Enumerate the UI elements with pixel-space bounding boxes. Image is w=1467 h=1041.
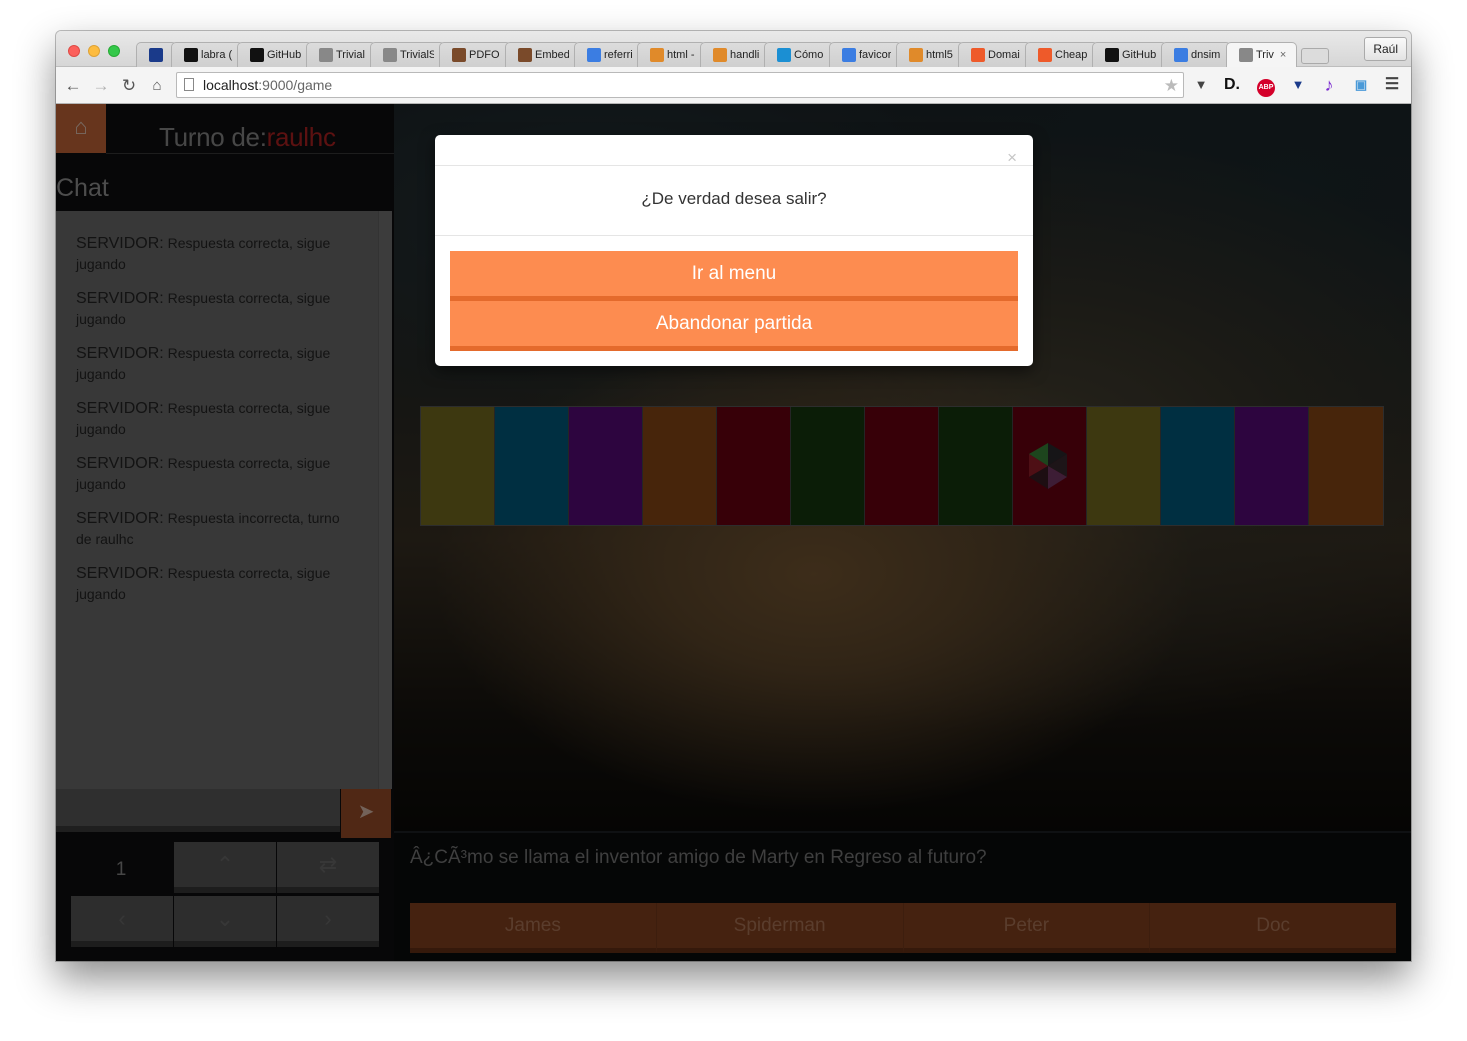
avatar-icon bbox=[517, 48, 532, 62]
github-icon bbox=[184, 48, 198, 62]
browser-tab[interactable]: Embed bbox=[504, 42, 580, 67]
github-icon bbox=[250, 48, 265, 62]
tab-label: handli bbox=[729, 49, 760, 61]
tab-close-icon[interactable]: × bbox=[1279, 49, 1285, 61]
vivaldi-extension-icon[interactable]: ▼ bbox=[1288, 75, 1308, 95]
page-icon bbox=[184, 78, 194, 91]
browser-tab[interactable]: Trivial bbox=[306, 42, 377, 67]
namecheap-icon bbox=[1037, 48, 1052, 62]
tab-label: GitHub bbox=[1122, 49, 1157, 61]
d-extension-icon[interactable]: D. bbox=[1222, 75, 1242, 95]
chat-icon bbox=[777, 48, 792, 62]
camera-icon[interactable]: ▣ bbox=[1351, 75, 1371, 95]
minimize-window-button[interactable] bbox=[88, 45, 100, 57]
home-icon[interactable]: ⌂ bbox=[146, 75, 168, 97]
tab-label: Embed bbox=[534, 49, 569, 61]
tab-label: Trivial bbox=[336, 49, 366, 61]
url-path: :9000/game bbox=[258, 77, 333, 93]
tab-label: GitHub bbox=[267, 49, 302, 61]
back-icon[interactable]: ← bbox=[62, 75, 84, 97]
browser-tab[interactable]: dnsim bbox=[1161, 42, 1232, 67]
reload-icon[interactable]: ↻ bbox=[118, 75, 140, 97]
tab-label: Triv bbox=[1255, 49, 1274, 61]
page-viewport: ⌂ Turno de:raulhc Chat SERVIDOR: Respues… bbox=[56, 104, 1411, 961]
tab-label: Domai bbox=[987, 49, 1020, 61]
forward-icon[interactable]: → bbox=[90, 75, 112, 97]
adblock-icon[interactable]: ABP bbox=[1256, 75, 1276, 97]
dialog-header: × bbox=[435, 135, 1033, 166]
vivaldi-icon bbox=[149, 48, 163, 62]
browser-window: labra ( GitHub Trivial TrivialS PDFO Embed ref… bbox=[56, 31, 1411, 961]
avatar-icon bbox=[452, 48, 467, 62]
new-tab-button[interactable] bbox=[1300, 48, 1329, 64]
browser-tab[interactable]: TrivialS bbox=[370, 42, 446, 67]
close-window-button[interactable] bbox=[68, 45, 80, 57]
browser-tab[interactable]: PDFO bbox=[439, 42, 511, 67]
tab-label: TrivialS bbox=[400, 49, 435, 61]
browser-tab[interactable]: html5 bbox=[896, 42, 964, 67]
browser-tab[interactable]: Cómo bbox=[764, 42, 835, 67]
tab-label: html5 bbox=[926, 49, 953, 61]
tab-label: labra ( bbox=[201, 49, 233, 61]
stackoverflow-icon bbox=[712, 48, 727, 62]
go-to-menu-button[interactable]: Ir al menu bbox=[450, 251, 1018, 301]
tab-label: Cómo bbox=[794, 49, 824, 61]
stackoverflow-icon bbox=[909, 48, 924, 62]
menu-icon[interactable]: ☰ bbox=[1382, 75, 1402, 95]
tab-label: referri bbox=[603, 49, 633, 61]
address-bar[interactable]: localhost:9000/game ★ bbox=[176, 72, 1184, 98]
tab-label: Cheap bbox=[1054, 49, 1088, 61]
tab-label: dnsim bbox=[1191, 49, 1221, 61]
tab-list: labra ( GitHub Trivial TrivialS PDFO Embed ref… bbox=[136, 42, 1329, 67]
google-icon bbox=[1174, 48, 1189, 62]
music-icon[interactable]: ♪ bbox=[1319, 75, 1339, 95]
tab-label: html - bbox=[667, 49, 695, 61]
github-icon bbox=[1105, 48, 1120, 62]
browser-tab[interactable]: labra ( bbox=[171, 42, 244, 67]
browser-tab[interactable]: GitHub bbox=[237, 42, 313, 67]
pocket-icon[interactable]: ▼ bbox=[1191, 75, 1211, 95]
browser-tab[interactable]: Domai bbox=[957, 42, 1031, 67]
bookmark-star-icon[interactable]: ★ bbox=[1164, 74, 1179, 98]
browser-toolbar: ← → ↻ ⌂ localhost:9000/game ★ ▼ D. ABP ▼… bbox=[56, 67, 1411, 104]
stackoverflow-icon bbox=[650, 48, 665, 62]
browser-tab[interactable]: favicor bbox=[828, 42, 903, 67]
browser-tab[interactable]: GitHub bbox=[1092, 42, 1168, 67]
url-host: localhost bbox=[203, 77, 259, 93]
browser-tab[interactable]: referri bbox=[573, 42, 644, 67]
abandon-game-button[interactable]: Abandonar partida bbox=[450, 301, 1018, 351]
browser-tab[interactable]: Cheap bbox=[1024, 42, 1099, 67]
zoom-window-button[interactable] bbox=[108, 45, 120, 57]
google-icon bbox=[586, 48, 601, 62]
tab-label: PDFO bbox=[469, 49, 500, 61]
exit-dialog: × ¿De verdad desea salir? Ir al menu Aba… bbox=[435, 135, 1033, 366]
page-icon bbox=[1238, 48, 1253, 62]
browser-tab[interactable]: Triv × bbox=[1225, 42, 1297, 67]
tab-strip: labra ( GitHub Trivial TrivialS PDFO Embed ref… bbox=[56, 31, 1411, 67]
tab-label: favicor bbox=[858, 49, 892, 61]
page-icon bbox=[383, 48, 398, 62]
page-icon bbox=[319, 48, 334, 62]
namecheap-icon bbox=[970, 48, 985, 62]
google-icon bbox=[841, 48, 856, 62]
profile-button[interactable]: Raúl bbox=[1364, 37, 1407, 61]
browser-tab[interactable]: handli bbox=[699, 42, 771, 67]
close-icon[interactable]: × bbox=[1007, 149, 1017, 166]
browser-tab[interactable]: html - bbox=[637, 42, 706, 67]
dialog-message: ¿De verdad desea salir? bbox=[435, 166, 1033, 236]
